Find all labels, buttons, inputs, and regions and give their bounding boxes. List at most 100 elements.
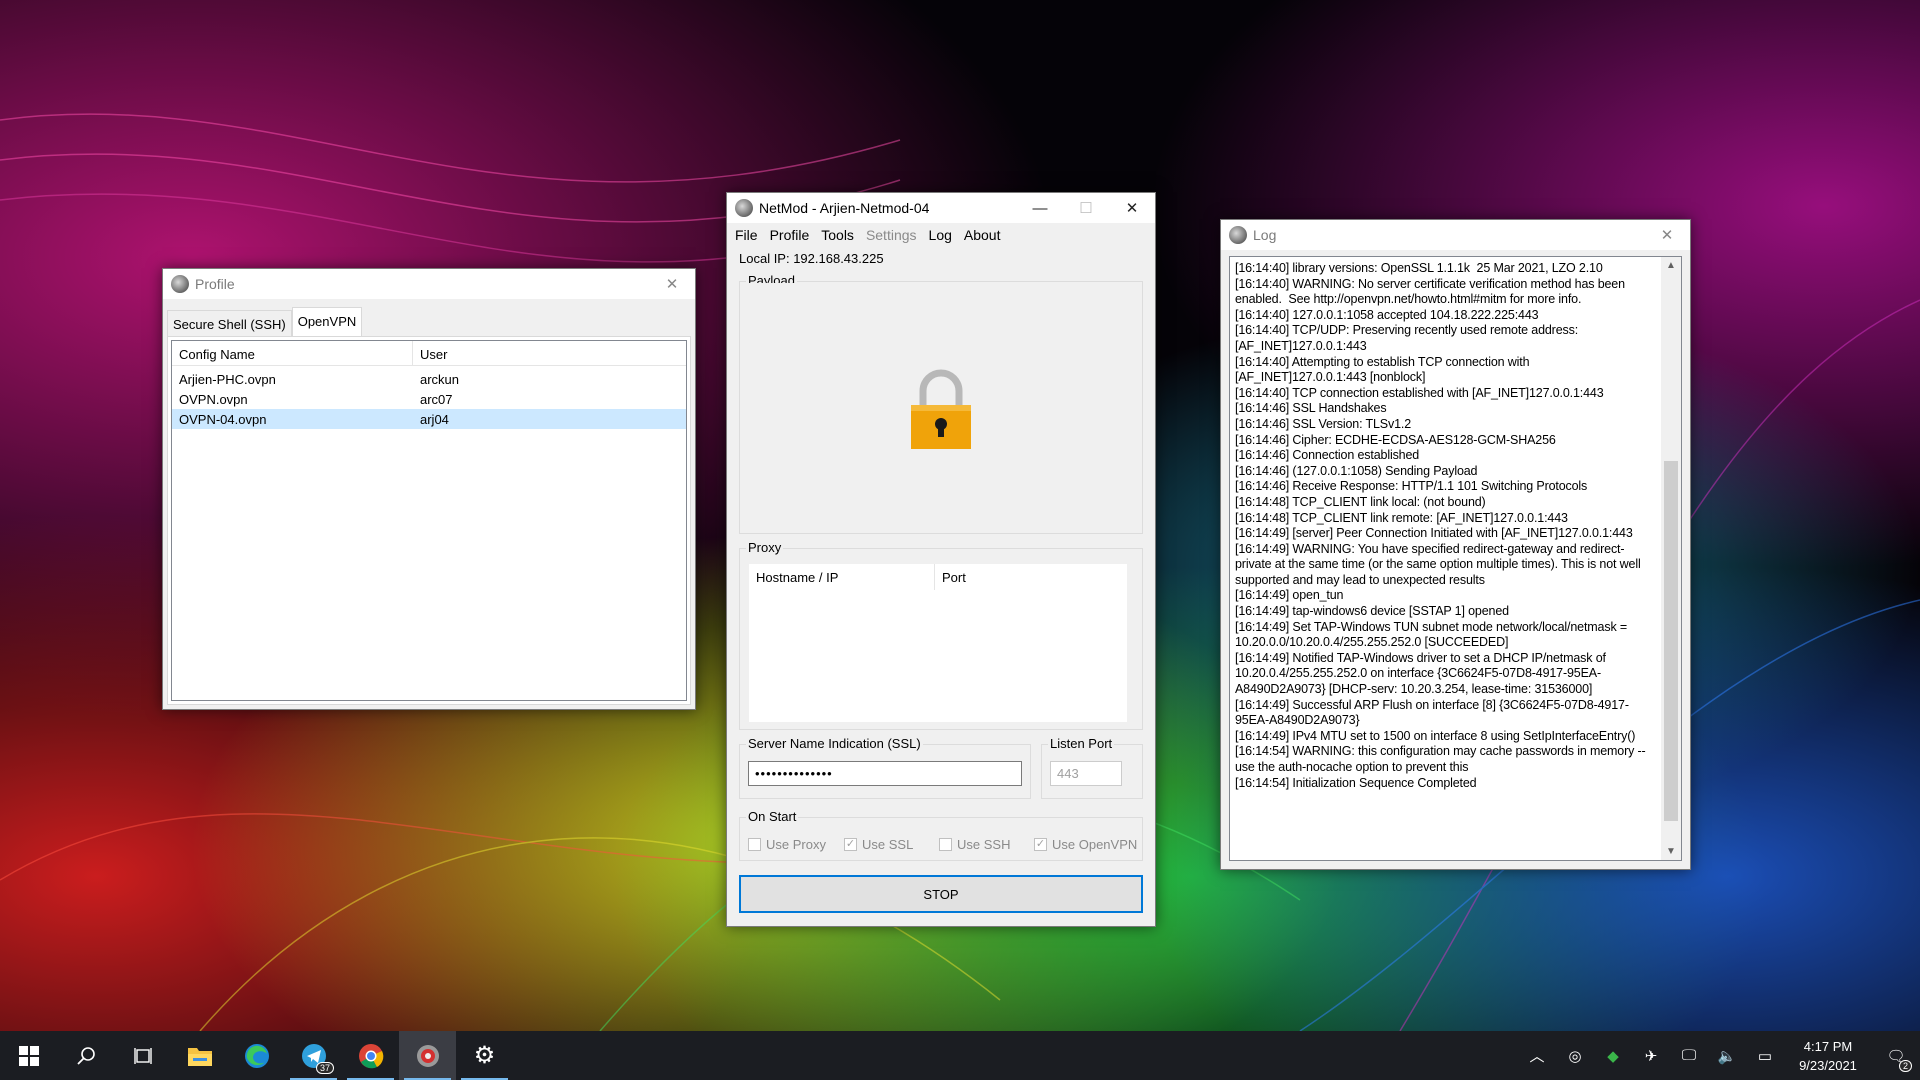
netmod-app-icon: [735, 199, 753, 217]
search-button[interactable]: [57, 1031, 114, 1080]
menu-file[interactable]: File: [729, 227, 764, 243]
use-ssh-checkbox[interactable]: Use SSH: [939, 837, 1010, 852]
list-item-selected[interactable]: OVPN-04.ovpn arj04: [172, 409, 686, 429]
settings-button[interactable]: ⚙: [456, 1031, 513, 1080]
minimize-button[interactable]: —: [1017, 193, 1063, 223]
checkbox-unchecked: [748, 838, 761, 851]
netmod-window-title: NetMod - Arjien-Netmod-04: [759, 200, 930, 216]
file-explorer-icon: [187, 1047, 212, 1066]
log-line: [16:14:40] WARNING: No server certificat…: [1235, 276, 1629, 307]
start-button[interactable]: [0, 1031, 57, 1080]
volume-icon: 🔈: [1717, 1047, 1737, 1065]
checkbox-unchecked: [939, 838, 952, 851]
scroll-down-icon[interactable]: ▼: [1661, 843, 1681, 860]
payload-area[interactable]: [741, 283, 1141, 532]
list-header: Config Name User: [172, 341, 686, 366]
log-line: [16:14:48] TCP_CLIENT link local: (not b…: [1235, 494, 1486, 509]
log-titlebar[interactable]: Log ✕: [1221, 220, 1690, 250]
menu-tools[interactable]: Tools: [815, 227, 860, 243]
scroll-up-icon[interactable]: ▲: [1661, 257, 1681, 274]
lock-icon: [911, 369, 971, 449]
listen-port-input[interactable]: 443: [1050, 761, 1122, 786]
column-user[interactable]: User: [413, 341, 686, 365]
column-config-name[interactable]: Config Name: [172, 341, 413, 365]
maximize-icon: ☐: [1079, 200, 1093, 217]
log-scrollbar[interactable]: ▲ ▼: [1661, 257, 1681, 860]
use-ssl-label: Use SSL: [862, 837, 914, 852]
config-name: OVPN-04.ovpn: [179, 411, 267, 427]
volume-tray[interactable]: 🔈: [1708, 1031, 1746, 1080]
app-tray-1[interactable]: ◆: [1594, 1031, 1632, 1080]
maximize-button[interactable]: ☐: [1063, 193, 1109, 223]
use-proxy-checkbox[interactable]: Use Proxy: [748, 837, 826, 852]
network-tray[interactable]: 🖵: [1670, 1031, 1708, 1080]
chrome-button[interactable]: [342, 1031, 399, 1080]
config-user: arc07: [420, 391, 453, 407]
close-button[interactable]: ✕: [1644, 220, 1690, 250]
column-hostname[interactable]: Hostname / IP: [749, 564, 935, 590]
use-openvpn-checkbox[interactable]: ✓ Use OpenVPN: [1034, 837, 1137, 852]
app-tray-2[interactable]: ✈: [1632, 1031, 1670, 1080]
use-ssh-label: Use SSH: [957, 837, 1011, 852]
netmod-app-icon: [171, 275, 189, 293]
network-icon: 🖵: [1681, 1047, 1697, 1064]
notification-center[interactable]: 🗨 2: [1872, 1031, 1920, 1080]
close-button[interactable]: ✕: [649, 269, 695, 299]
battery-tray[interactable]: ▭: [1746, 1031, 1784, 1080]
webcam-tray[interactable]: ◎: [1556, 1031, 1594, 1080]
on-start-group: On Start Use Proxy ✓ Use SSL Use SSH ✓ U…: [739, 809, 1143, 861]
menu-about[interactable]: About: [958, 227, 1007, 243]
profile-titlebar[interactable]: Profile ✕: [163, 269, 695, 299]
openvpn-tab-panel: Config Name User Arjien-PHC.ovpn arckun …: [167, 336, 691, 705]
notification-badge: 2: [1898, 1060, 1912, 1072]
checkmark-icon: ✓: [1034, 838, 1047, 851]
log-line: [16:14:40] Attempting to establish TCP c…: [1235, 354, 1533, 385]
use-ssl-checkbox[interactable]: ✓ Use SSL: [844, 837, 913, 852]
stop-button[interactable]: STOP: [739, 875, 1143, 913]
task-view-icon: [133, 1047, 152, 1064]
menu-profile[interactable]: Profile: [764, 227, 816, 243]
menu-log[interactable]: Log: [923, 227, 958, 243]
scroll-thumb[interactable]: [1664, 461, 1678, 821]
sni-input[interactable]: ••••••••••••••: [748, 761, 1022, 786]
clock[interactable]: 4:17 PM 9/23/2021: [1784, 1037, 1872, 1075]
telegram-button[interactable]: 37: [285, 1031, 342, 1080]
start-icon: [18, 1045, 39, 1066]
log-line: [16:14:49] Set TAP-Windows TUN subnet mo…: [1235, 619, 1631, 650]
minimize-icon: —: [1032, 199, 1048, 217]
settings-icon: ⚙: [473, 1042, 496, 1069]
sni-group: Server Name Indication (SSL) •••••••••••…: [739, 736, 1031, 799]
netmod-window: NetMod - Arjien-Netmod-04 — ☐ ✕ File Pro…: [726, 192, 1156, 927]
listen-port-group: Listen Port 443: [1041, 736, 1143, 799]
edge-button[interactable]: [228, 1031, 285, 1080]
log-line: [16:14:49] [server] Peer Connection Init…: [1235, 526, 1633, 541]
file-explorer-button[interactable]: [171, 1031, 228, 1080]
close-button[interactable]: ✕: [1109, 193, 1155, 223]
netmod-titlebar[interactable]: NetMod - Arjien-Netmod-04 — ☐ ✕: [727, 193, 1155, 223]
proxy-list[interactable]: Hostname / IP Port: [748, 563, 1128, 723]
taskbar: 37 ⚙ ︿ ◎ ◆ ✈ 🖵 🔈 ▭ 4:17 PM 9/23/2021 🗨 2: [0, 1031, 1920, 1080]
netmod-taskbar-button[interactable]: [399, 1031, 456, 1080]
log-line: [16:14:46] (127.0.0.1:1058) Sending Payl…: [1235, 463, 1478, 478]
task-view-button[interactable]: [114, 1031, 171, 1080]
proxy-list-header: Hostname / IP Port: [749, 564, 1127, 590]
chrome-icon: [358, 1043, 383, 1068]
list-item[interactable]: OVPN.ovpn arc07: [172, 389, 686, 409]
profile-list[interactable]: Config Name User Arjien-PHC.ovpn arckun …: [171, 340, 687, 701]
camera-icon: ◎: [1568, 1047, 1582, 1065]
chevron-up-icon: ︿: [1529, 1048, 1545, 1065]
profile-window-title: Profile: [195, 276, 235, 292]
list-item[interactable]: Arjien-PHC.ovpn arckun: [172, 369, 686, 389]
tab-openvpn[interactable]: OpenVPN: [291, 307, 363, 336]
show-hidden-icons[interactable]: ︿: [1518, 1031, 1556, 1080]
tab-ssh[interactable]: Secure Shell (SSH): [167, 310, 292, 336]
profile-tabs: Secure Shell (SSH) OpenVPN: [163, 299, 695, 336]
proxy-group: Proxy Hostname / IP Port: [739, 540, 1143, 730]
log-output[interactable]: [16:14:40] library versions: OpenSSL 1.1…: [1229, 256, 1682, 861]
column-port[interactable]: Port: [935, 564, 1127, 590]
menu-settings[interactable]: Settings: [860, 227, 923, 243]
app-tray-icon: ✈: [1644, 1047, 1658, 1065]
log-line: [16:14:46] Connection established: [1235, 448, 1420, 463]
sni-label: Server Name Indication (SSL): [746, 736, 923, 751]
telegram-badge: 37: [315, 1062, 334, 1074]
